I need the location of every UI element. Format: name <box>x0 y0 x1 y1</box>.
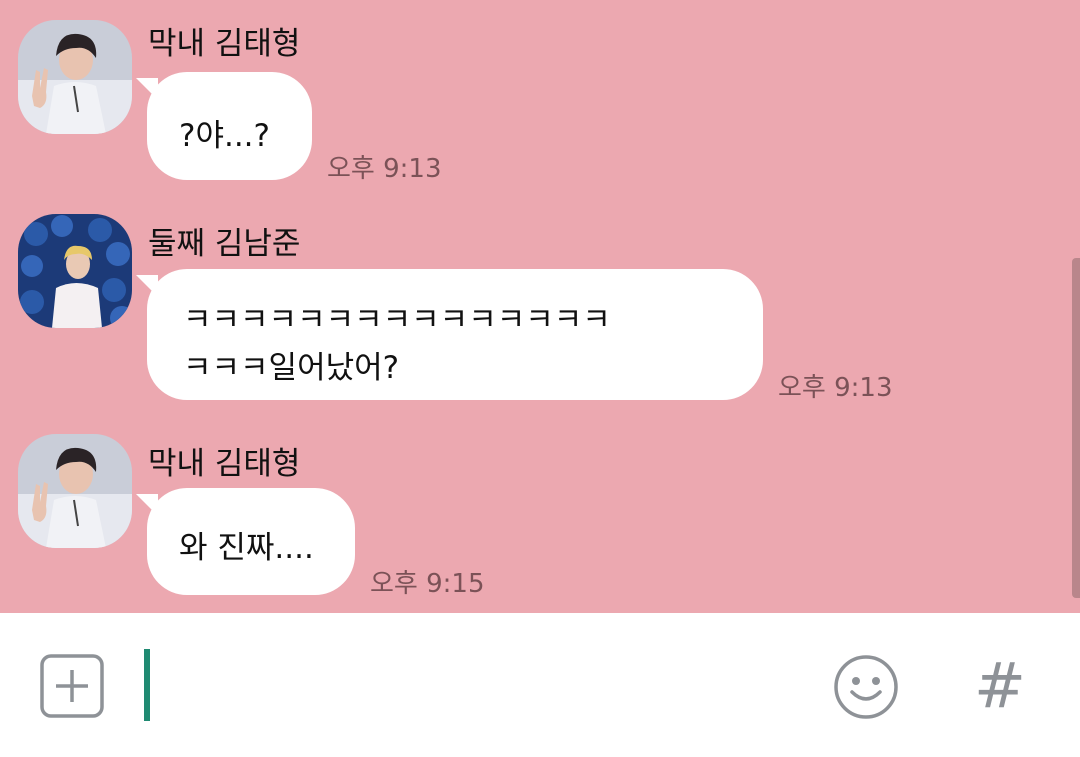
message-time: 오후 9:13 <box>327 154 442 184</box>
message-time: 오후 9:13 <box>778 373 893 403</box>
message-text: ㅋㅋㅋㅋㅋㅋㅋㅋㅋㅋㅋㅋㅋㅋㅋ ㅋㅋㅋ일어났어? <box>183 302 611 386</box>
message-text: ?야...? <box>179 118 270 154</box>
message-input-cursor[interactable] <box>144 649 150 721</box>
chat-area[interactable]: 막내 김태형 ?야...? 오후 9:13 둘째 김남준 ㅋㅋㅋㅋㅋㅋㅋㅋㅋㅋㅋ… <box>0 0 1080 613</box>
message-input-bar: # <box>0 613 1080 757</box>
hashtag-button[interactable]: # <box>970 648 1030 724</box>
message-bubble[interactable]: ?야...? <box>136 72 312 180</box>
message-bubble[interactable]: ㅋㅋㅋㅋㅋㅋㅋㅋㅋㅋㅋㅋㅋㅋㅋ ㅋㅋㅋ일어났어? <box>136 269 763 400</box>
sender-name: 막내 김태형 <box>148 26 301 62</box>
avatar[interactable] <box>18 20 132 134</box>
avatar[interactable] <box>18 434 132 548</box>
plus-square-icon[interactable] <box>40 654 104 718</box>
avatar[interactable] <box>18 214 132 328</box>
sender-name: 막내 김태형 <box>148 446 301 482</box>
scrollbar[interactable] <box>1072 258 1080 598</box>
sender-name: 둘째 김남준 <box>148 226 301 262</box>
smiley-icon[interactable] <box>833 654 899 720</box>
message-time: 오후 9:15 <box>370 569 485 599</box>
message-text: 와 진짜.... <box>179 530 314 566</box>
message-bubble[interactable]: 와 진짜.... <box>136 488 355 595</box>
